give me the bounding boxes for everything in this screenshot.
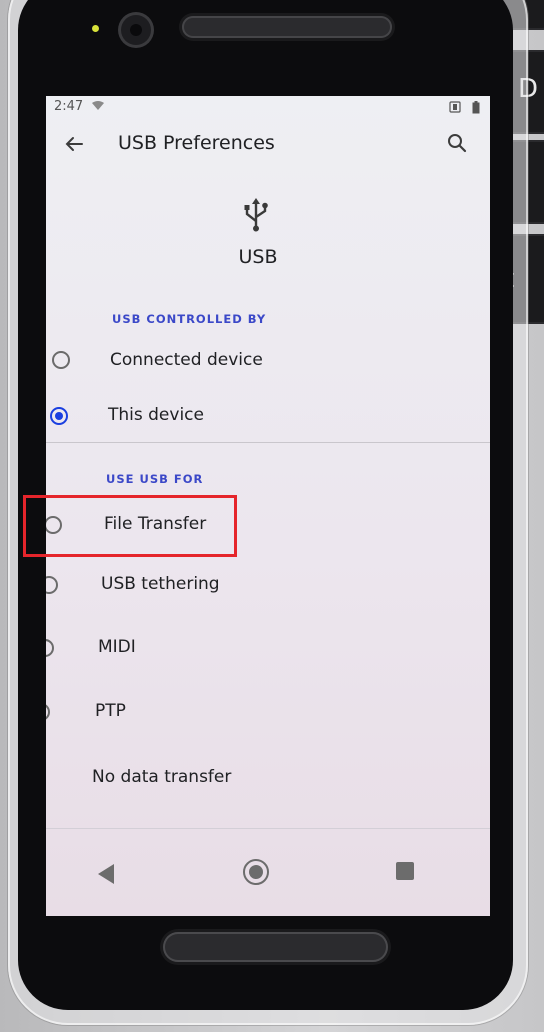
battery-icon xyxy=(472,100,480,113)
earpiece-speaker xyxy=(182,16,392,38)
back-arrow-icon[interactable] xyxy=(60,130,88,158)
usb-icon xyxy=(244,198,268,232)
status-time: 2:47 xyxy=(54,99,84,114)
bottom-speaker xyxy=(163,932,388,962)
search-icon[interactable] xyxy=(444,130,470,156)
radio-connected-device[interactable] xyxy=(52,351,70,369)
option-no-data-transfer[interactable]: No data transfer xyxy=(46,751,490,803)
nav-home-icon[interactable] xyxy=(243,859,269,885)
status-bar: 2:47 xyxy=(46,96,490,120)
option-ptp[interactable]: PTP xyxy=(46,685,490,737)
option-label: MIDI xyxy=(98,637,136,657)
option-label: This device xyxy=(108,405,204,425)
option-usb-tethering[interactable]: USB tethering xyxy=(46,558,490,610)
option-this-device[interactable]: This device xyxy=(46,389,490,441)
option-label: Connected device xyxy=(110,350,263,370)
nav-recents-icon[interactable] xyxy=(396,862,414,880)
section-header-controlled-by: USB CONTROLLED BY xyxy=(112,312,267,326)
page-title: USB Preferences xyxy=(118,132,275,154)
option-label: USB tethering xyxy=(101,574,220,594)
nav-back-icon[interactable] xyxy=(96,863,116,885)
option-label: No data transfer xyxy=(92,767,232,787)
radio-ptp[interactable] xyxy=(46,703,50,721)
system-navigation-bar xyxy=(46,828,490,916)
option-connected-device[interactable]: Connected device xyxy=(46,334,490,386)
highlight-annotation-box xyxy=(23,495,237,557)
usb-title: USB xyxy=(238,246,278,268)
app-toolbar: USB Preferences xyxy=(46,120,490,168)
vibrate-icon xyxy=(448,101,461,113)
radio-this-device[interactable] xyxy=(50,407,68,425)
radio-usb-tethering[interactable] xyxy=(46,576,58,594)
option-midi[interactable]: MIDI xyxy=(46,621,490,673)
wifi-icon xyxy=(92,101,104,110)
section-header-use-usb-for: USE USB FOR xyxy=(106,472,204,486)
status-icons xyxy=(448,100,481,114)
section-divider xyxy=(46,442,490,443)
option-label: PTP xyxy=(95,701,126,721)
radio-midi[interactable] xyxy=(46,639,54,657)
notification-led xyxy=(92,25,99,32)
front-camera xyxy=(121,15,151,45)
